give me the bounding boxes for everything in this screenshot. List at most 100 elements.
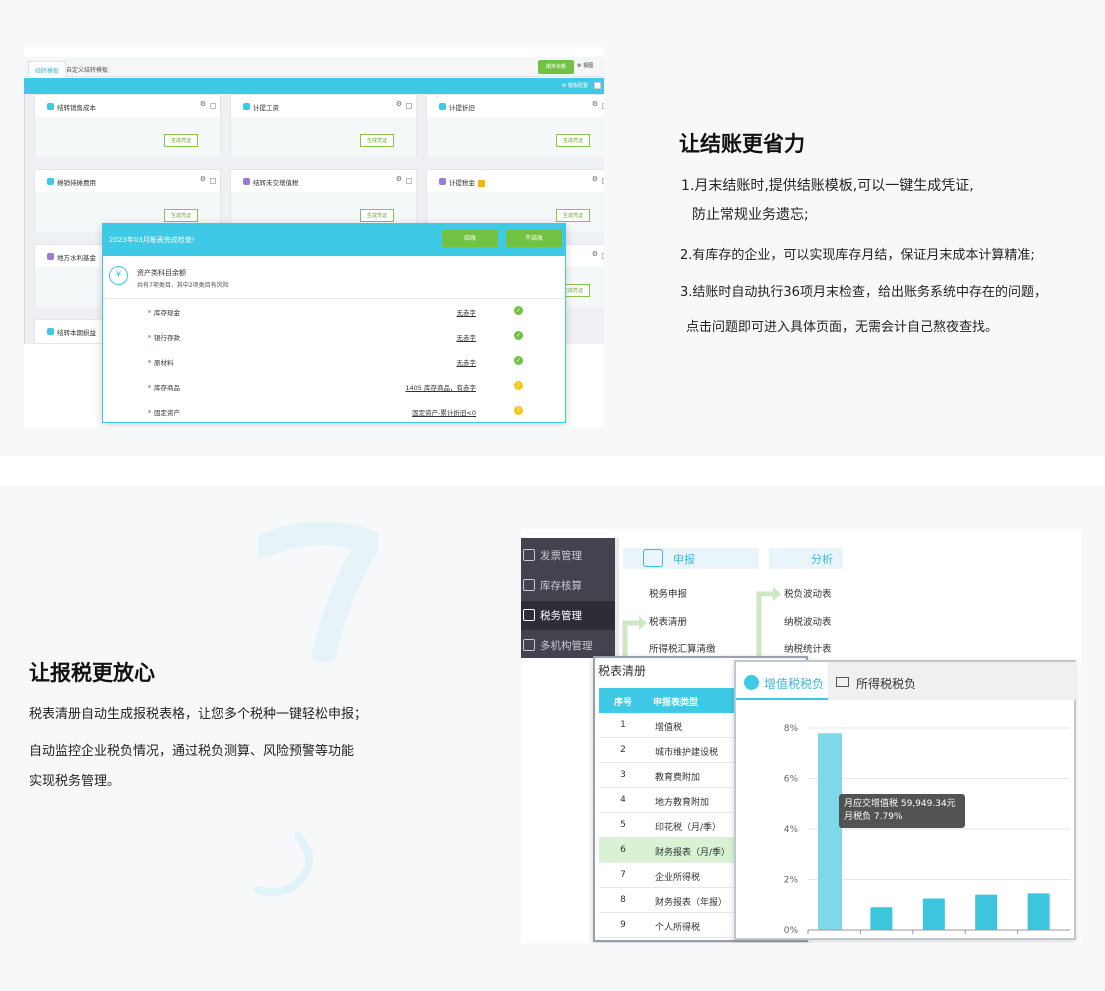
check-row[interactable]: 银行存款 无赤字 ✓ (103, 324, 565, 349)
menu-item-income-tax[interactable]: 所得税汇算清缴 (649, 641, 716, 655)
generate-voucher-button[interactable]: 生成凭证 (556, 209, 590, 222)
table-row[interactable]: 1 增值税 (599, 713, 739, 738)
card-checkbox[interactable] (602, 253, 604, 259)
gear-icon[interactable]: ⚙ (396, 175, 402, 183)
row-no: 1 (620, 720, 626, 730)
card-checkbox[interactable] (210, 178, 216, 184)
period-balance-button[interactable]: 期末余额 (538, 60, 574, 74)
menu-item-tax-declare[interactable]: 税务申报 (649, 586, 687, 600)
bar[interactable] (1027, 893, 1050, 930)
check-row[interactable]: 库存商品 1405 库存商品，有赤字 ! (103, 374, 565, 399)
table-row[interactable]: 7 企业所得税 (599, 863, 739, 888)
check-row[interactable]: 原材料 无赤字 ✓ (103, 349, 565, 374)
menu-item-burden-fluctuation[interactable]: 税负波动表 (784, 586, 832, 600)
gear-icon[interactable]: ⚙ (200, 175, 206, 183)
row-no: 7 (620, 870, 626, 880)
card-checkbox[interactable] (602, 178, 604, 184)
section1-line: 防止常规业务遗忘; (692, 207, 809, 223)
row-type: 印花税（月/季） (655, 823, 722, 833)
check-item-result[interactable]: 固定资产-累计折旧<0 (412, 407, 476, 417)
row-no: 4 (620, 795, 626, 805)
template-card: 结转未交增值税 ⚙ 生成凭证 (230, 169, 417, 232)
generate-voucher-button[interactable]: 生成凭证 (164, 134, 198, 147)
bar[interactable] (870, 907, 893, 930)
gear-icon[interactable]: ⚙ (200, 100, 206, 108)
check-ok-icon: ✓ (514, 306, 523, 315)
check-row[interactable]: 固定资产 固定资产-累计折旧<0 ! (103, 399, 565, 422)
menu-item-payment-stats[interactable]: 纳税统计表 (784, 641, 832, 655)
template-card: 计提工资 ⚙ 生成凭证 (230, 94, 417, 157)
row-no: 6 (620, 845, 626, 855)
tab-vat-burden[interactable]: 增值税税负 (736, 662, 828, 700)
gear-icon[interactable]: ⚙ (592, 100, 598, 108)
table-row[interactable]: 4 地方教育附加 (599, 788, 739, 813)
card-checkbox[interactable] (406, 103, 412, 109)
template-card: 摊销待摊费用 ⚙ 生成凭证 (34, 169, 221, 232)
chart-tooltip: 月应交增值税 59,949.34元 月税负 7.79% (839, 794, 965, 828)
y-tick-label: 4% (784, 825, 799, 835)
tab-label: 所得税税负 (856, 677, 917, 691)
bar[interactable] (922, 898, 945, 930)
gear-icon[interactable]: ⚙ (592, 175, 598, 183)
settle-button[interactable]: 结账 (442, 230, 498, 247)
row-type: 教育费附加 (655, 773, 701, 783)
card-icon (439, 178, 446, 185)
select-all-checkbox[interactable] (594, 82, 601, 89)
check-row[interactable]: 库存现金 无赤字 ✓ (103, 299, 565, 324)
gear-icon[interactable]: ⚙ (592, 250, 598, 258)
check-item-name: 固定资产 (154, 409, 180, 417)
card-checkbox[interactable] (602, 103, 604, 109)
card-title: 摊销待摊费用 (57, 179, 96, 187)
row-type: 财务报表（月/季） (655, 848, 731, 858)
menu-item-tax-list[interactable]: 税表清册 (649, 614, 687, 628)
section1-heading: 让结账更省力 (679, 132, 805, 156)
card-checkbox[interactable] (406, 178, 412, 184)
section-subtitle: 共有7项类目，其中2项类目有风险 (137, 282, 229, 289)
card-title: 计提折旧 (449, 104, 475, 112)
sidebar-item-invoice[interactable]: 发票管理 (521, 541, 615, 570)
generate-voucher-button[interactable]: 生成凭证 (360, 134, 394, 147)
template-tabs: 结转模板 自定义结转模板 期末余额 ⚙ 视图 (24, 57, 604, 77)
y-tick-label: 0% (784, 926, 799, 936)
org-icon (523, 639, 535, 651)
table-row[interactable]: 5 印花税（月/季） (599, 813, 739, 838)
card-icon (47, 178, 54, 185)
table-row[interactable]: 8 财务报表（年报） (599, 888, 739, 913)
invoice-icon (523, 549, 535, 561)
template-config-link[interactable]: ⚙ 模板配置 (562, 82, 588, 89)
generate-voucher-button[interactable]: 生成凭证 (164, 209, 198, 222)
card-title: 结转本期损益 (57, 329, 96, 337)
check-ok-icon: ✓ (514, 331, 523, 340)
decorative-shape (258, 522, 378, 662)
table-header: 序号 申报表类型 (599, 688, 739, 713)
menu-item-payment-fluctuation[interactable]: 纳税波动表 (784, 614, 832, 628)
check-item-result[interactable]: 无赤字 (457, 307, 477, 317)
generate-voucher-button[interactable]: 生成凭证 (360, 209, 394, 222)
view-toggle[interactable]: ⚙ 视图 (577, 62, 593, 69)
tooltip-line: 月税负 7.79% (844, 812, 903, 822)
bar[interactable] (975, 894, 998, 930)
gear-icon[interactable]: ⚙ (396, 100, 402, 108)
sidebar-item-tax[interactable]: 税务管理 (521, 601, 615, 630)
check-item-result[interactable]: 无赤字 (457, 357, 477, 367)
view-label: 视图 (583, 63, 594, 69)
card-checkbox[interactable] (210, 103, 216, 109)
table-row[interactable]: 3 教育费附加 (599, 763, 739, 788)
table-row[interactable]: 2 城市维护建设税 (599, 738, 739, 763)
tab-custom-template[interactable]: 自定义结转模板 (60, 61, 114, 77)
inventory-icon (523, 579, 535, 591)
check-item-result[interactable]: 无赤字 (457, 332, 477, 342)
sidebar-item-inventory[interactable]: 库存核算 (521, 571, 615, 600)
closing-screenshot: 结转模板 自定义结转模板 期末余额 ⚙ 视图 ⚙ 模板配置 结转销售成本 ⚙ 生… (24, 47, 604, 427)
generate-voucher-button[interactable]: 生成凭证 (556, 134, 590, 147)
tab-income-tax-burden[interactable]: 所得税税负 (828, 662, 1076, 700)
bullet-icon (148, 410, 151, 413)
table-row[interactable]: 6 财务报表（月/季） (599, 838, 739, 863)
card-icon (243, 178, 250, 185)
template-card: 结转销售成本 ⚙ 生成凭证 (34, 94, 221, 157)
check-item-result[interactable]: 1405 库存商品，有赤字 (405, 382, 476, 392)
skip-settle-button[interactable]: 不结账 (506, 230, 562, 247)
table-row[interactable]: 9 个人所得税 (599, 913, 739, 938)
bar[interactable] (818, 733, 842, 930)
row-type: 个人所得税 (655, 923, 701, 933)
